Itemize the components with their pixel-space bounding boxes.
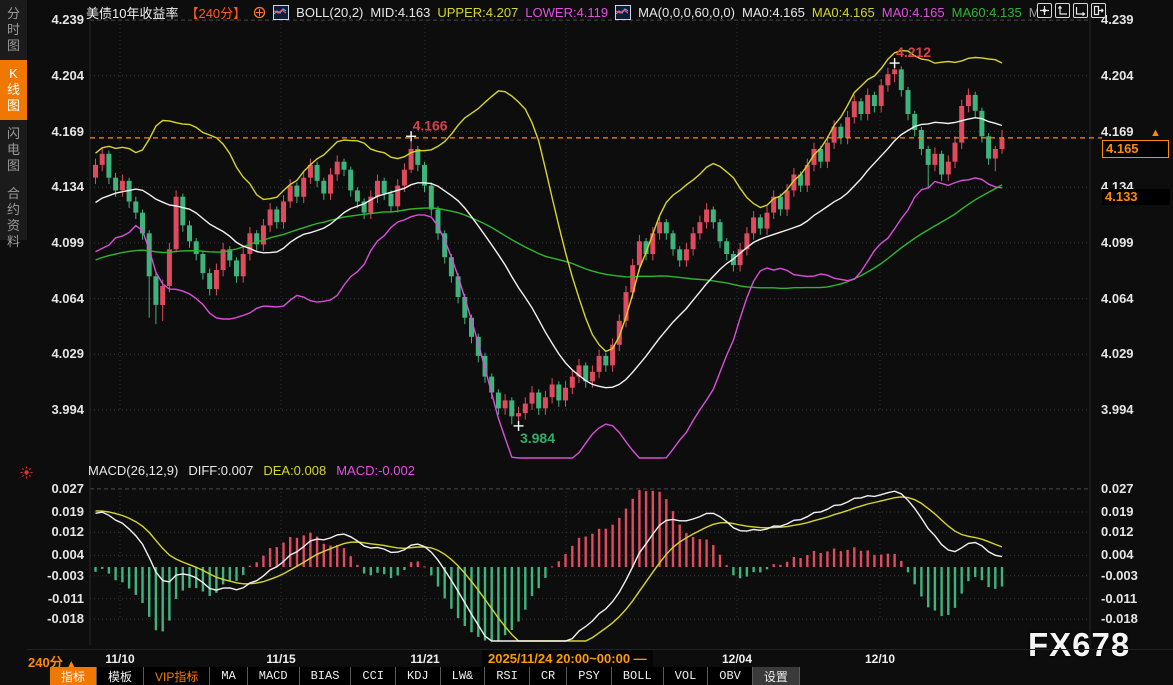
- macd-axis-label: 0.012: [0, 524, 84, 539]
- period-label[interactable]: 【240分】: [185, 3, 246, 22]
- macd-axis-label: -0.003: [0, 568, 84, 583]
- chart-canvas: 4.166 4.212 3.984: [0, 0, 1173, 685]
- x-axis-date-label: 11/15: [251, 652, 311, 666]
- price-axis-label: 4.064: [0, 291, 84, 306]
- instrument-title: 美债10年收益率: [86, 3, 178, 22]
- crosshair-icon[interactable]: [253, 6, 266, 19]
- sidebar-tab-闪电图[interactable]: 闪电图: [0, 120, 27, 180]
- price-axis-label: 4.064: [1101, 291, 1171, 306]
- secondary-price-badge: 4.133: [1102, 189, 1170, 205]
- extreme-annotation: 4.166: [413, 117, 448, 133]
- price-axis-label: 4.239: [1101, 12, 1171, 27]
- scale-x-axis-icon[interactable]: [1073, 3, 1088, 18]
- macd-axis-label: 0.027: [0, 481, 84, 496]
- macd-axis-label: -0.018: [1101, 611, 1171, 626]
- price-axis-label: 4.029: [0, 346, 84, 361]
- price-axis-label: 3.994: [1101, 402, 1171, 417]
- sidebar: 分时图K线图闪电图合约资料: [0, 0, 27, 240]
- sidebar-tab-K线图[interactable]: K线图: [0, 60, 27, 120]
- price-up-arrow-icon: ▲: [1150, 127, 1161, 139]
- price-axis-label: 4.204: [1101, 68, 1171, 83]
- candles: [93, 63, 1005, 426]
- toolbar-button-模板[interactable]: 模板: [97, 667, 144, 685]
- sidebar-tab-合约资料[interactable]: 合约资料: [0, 180, 27, 256]
- x-axis-date-label: 12/10: [850, 652, 910, 666]
- toolbar-button-KDJ[interactable]: KDJ: [396, 667, 441, 685]
- toolbar-button-RSI[interactable]: RSI: [485, 667, 530, 685]
- macd-axis-label: 0.019: [1101, 504, 1171, 519]
- price-axis-label: 4.029: [1101, 346, 1171, 361]
- ma-label: MA(0,0,0,60,0,0): [638, 5, 735, 20]
- toolbar-button-VOL[interactable]: VOL: [664, 667, 709, 685]
- ma60-value: MA60:4.135: [952, 5, 1022, 20]
- boll-lower-value: LOWER:4.119: [525, 5, 608, 20]
- macd-axis-label: 0.012: [1101, 524, 1171, 539]
- macd-axis-label: 0.019: [0, 504, 84, 519]
- macd-axis-label: -0.018: [0, 611, 84, 626]
- boll-mid-value: MID:4.163: [370, 5, 430, 20]
- macd-axis-label: 0.027: [1101, 481, 1171, 496]
- x-axis: 240分 ▲ 2025/11/24 20:00~00:00 — 11/1011/…: [27, 649, 1173, 668]
- toolbar-button-CR[interactable]: CR: [530, 667, 567, 685]
- toolbar-button-设置[interactable]: 设置: [753, 667, 800, 685]
- macd-hist-value: MACD:-0.002: [336, 463, 415, 478]
- macd-histogram: [94, 490, 1003, 641]
- extreme-marker: 4.212: [890, 44, 932, 68]
- sidebar-tab-分时图[interactable]: 分时图: [0, 0, 27, 60]
- pan-tool-icon[interactable]: [1037, 3, 1052, 18]
- boll-label: BOLL(20,2): [296, 5, 363, 20]
- macd-header: MACD(26,12,9) DIFF:0.007 DEA:0.008 MACD:…: [88, 463, 415, 478]
- macd-axis-label: -0.011: [0, 591, 84, 606]
- toolbar-button-PSY[interactable]: PSY: [567, 667, 612, 685]
- x-axis-date-label: 12/04: [707, 652, 767, 666]
- macd-axis-label: -0.011: [1101, 591, 1171, 606]
- extreme-annotation: 3.984: [520, 430, 555, 446]
- macd-axis-label: 0.004: [0, 547, 84, 562]
- price-axis-label: 4.099: [1101, 235, 1171, 250]
- toolbar-button-MA[interactable]: MA: [210, 667, 247, 685]
- indicator-toolbar: 指标模板VIP指标MAMACDBIASCCIKDJLW&RSICRPSYBOLL…: [50, 667, 800, 685]
- toolbar-button-MACD[interactable]: MACD: [248, 667, 300, 685]
- toolbar-button-指标[interactable]: 指标: [50, 667, 97, 685]
- toolbar-button-CCI[interactable]: CCI: [351, 667, 396, 685]
- app-root: 4.166 4.212 3.984 分时图K线图闪电图合约资料 美债10年收益率 【…: [0, 0, 1173, 685]
- current-price-badge: 4.165: [1102, 140, 1169, 158]
- toolbar-button-VIP指标[interactable]: VIP指标: [144, 667, 210, 685]
- boll-lower-line: [96, 178, 1003, 458]
- toolbar-button-LW&[interactable]: LW&: [441, 667, 486, 685]
- x-axis-date-label: 11/10: [90, 652, 150, 666]
- ma60-line: [96, 185, 1003, 288]
- macd-diff-value: DIFF:0.007: [188, 463, 253, 478]
- ma0-magenta-value: MA0:4.165: [882, 5, 945, 20]
- macd-axis-label: 0.004: [1101, 547, 1171, 562]
- macd-axis-label: -0.003: [1101, 568, 1171, 583]
- collapse-panel-icon[interactable]: [1091, 3, 1106, 18]
- window-controls: [1037, 3, 1106, 18]
- toolbar-button-BIAS[interactable]: BIAS: [300, 667, 352, 685]
- macd-diff-line: [96, 491, 1003, 641]
- macd-dea-value: DEA:0.008: [263, 463, 326, 478]
- scale-y-axis-icon[interactable]: [1055, 3, 1070, 18]
- boll-indicator-icon[interactable]: [273, 5, 289, 20]
- extreme-marker: 3.984: [514, 421, 556, 446]
- price-axis-label: 3.994: [0, 402, 84, 417]
- chart-header: 美债10年收益率 【240分】 BOLL(20,2) MID:4.163 UPP…: [86, 3, 1040, 21]
- ma0-yellow-value: MA0:4.165: [812, 5, 875, 20]
- ma-indicator-icon[interactable]: [615, 5, 631, 20]
- toolbar-button-OBV[interactable]: OBV: [708, 667, 753, 685]
- ma0-white-value: MA0:4.165: [742, 5, 805, 20]
- x-axis-date-label: 11/21: [395, 652, 455, 666]
- toolbar-button-BOLL[interactable]: BOLL: [612, 667, 664, 685]
- macd-params-label: MACD(26,12,9): [88, 463, 178, 478]
- boll-upper-value: UPPER:4.207: [437, 5, 518, 20]
- extreme-annotation: 4.212: [896, 44, 931, 60]
- live-indicator-icon: [20, 466, 33, 484]
